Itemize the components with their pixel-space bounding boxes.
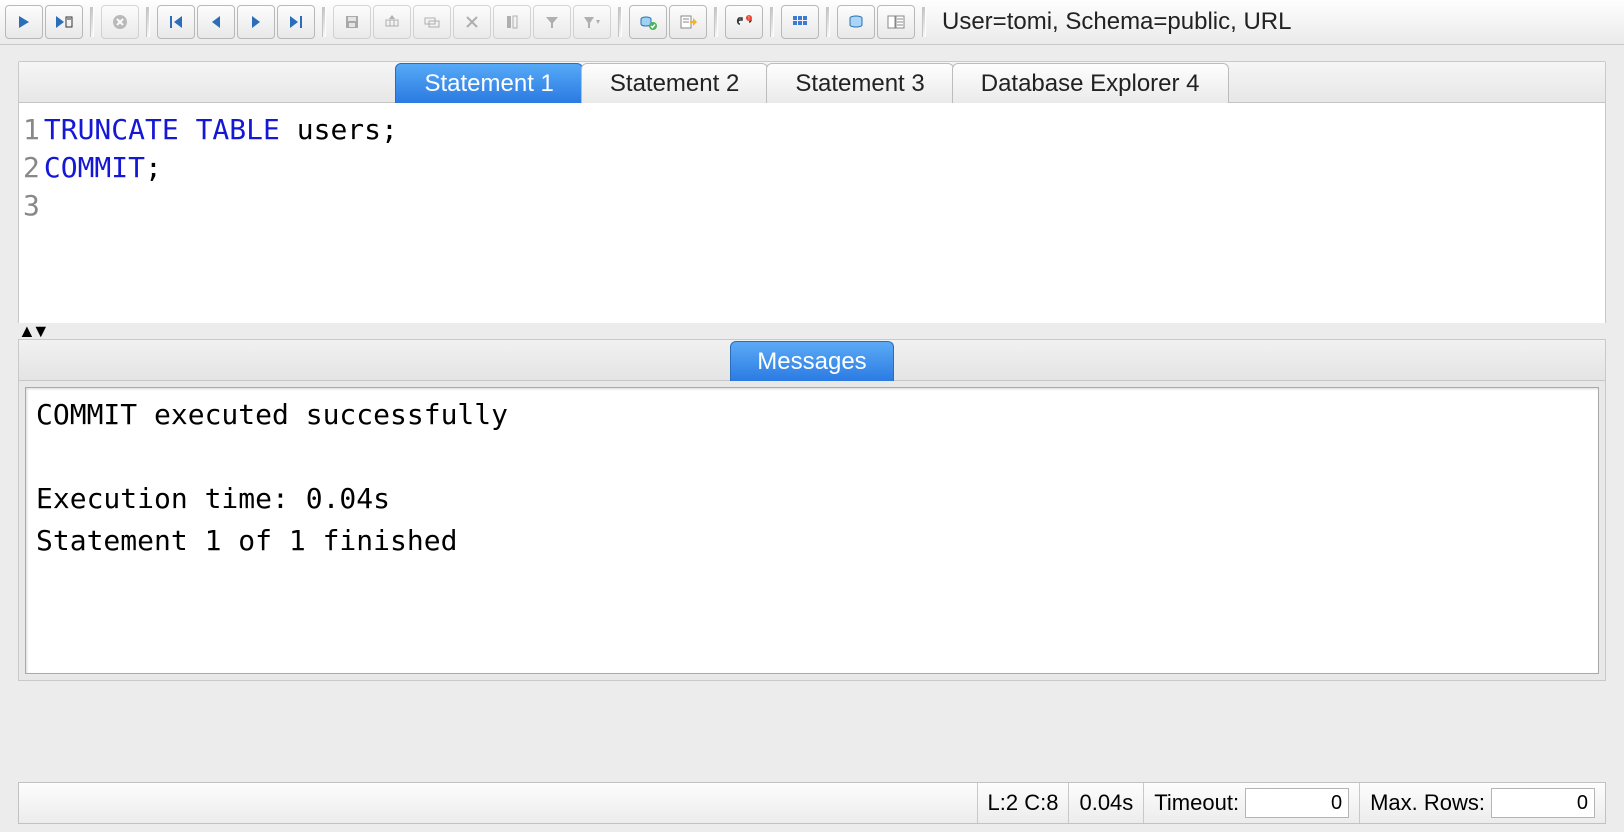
line-number: 1: [23, 111, 40, 149]
filter-button: [533, 5, 571, 39]
status-spacer: [19, 783, 978, 823]
sql-editor[interactable]: 1 2 3 TRUNCATE TABLE users; COMMIT;: [18, 103, 1606, 323]
filter-reset-button: [573, 5, 611, 39]
tab-label: Statement 1: [424, 70, 553, 98]
messages-output[interactable]: COMMIT executed successfully Execution t…: [25, 387, 1599, 674]
result-tabs: Messages: [19, 340, 1605, 381]
disconnect-button[interactable]: !: [725, 5, 763, 39]
next-row-button[interactable]: [237, 5, 275, 39]
connection-label: User=tomi, Schema=public, URL: [942, 8, 1291, 36]
tab-messages[interactable]: Messages: [730, 341, 893, 381]
timeout-input[interactable]: [1245, 788, 1349, 818]
tab-statement-3[interactable]: Statement 3: [766, 63, 953, 103]
prev-row-button[interactable]: [197, 5, 235, 39]
db-explorer-button[interactable]: [837, 5, 875, 39]
rollback-button[interactable]: [669, 5, 707, 39]
exec-time: 0.04s: [1069, 783, 1144, 823]
cursor-position: L:2 C:8: [978, 783, 1070, 823]
first-row-button[interactable]: [157, 5, 195, 39]
timeout-label: Timeout:: [1154, 790, 1239, 816]
tab-label: Messages: [757, 348, 866, 376]
execute-current-button[interactable]: [45, 5, 83, 39]
code-area[interactable]: TRUNCATE TABLE users; COMMIT;: [44, 103, 398, 323]
gutter: 1 2 3: [19, 103, 44, 323]
statement-tabs: Statement 1 Statement 2 Statement 3 Data…: [19, 62, 1605, 103]
statement-tabs-container: Statement 1 Statement 2 Statement 3 Data…: [18, 61, 1606, 103]
delete-row-button: [453, 5, 491, 39]
tab-statement-1[interactable]: Statement 1: [395, 63, 582, 103]
maxrows-label: Max. Rows:: [1370, 790, 1485, 816]
splitter-arrows-icon: ▲▼: [18, 321, 46, 342]
tab-db-explorer-4[interactable]: Database Explorer 4: [952, 63, 1229, 103]
result-panel: Messages COMMIT executed successfully Ex…: [18, 339, 1606, 681]
splitter[interactable]: ▲▼: [18, 323, 1606, 339]
select-columns-button: [493, 5, 531, 39]
last-row-button[interactable]: [277, 5, 315, 39]
object-list-button[interactable]: [877, 5, 915, 39]
tab-label: Statement 3: [795, 70, 924, 98]
execute-button[interactable]: [5, 5, 43, 39]
line-number: 2: [23, 149, 40, 187]
commit-button[interactable]: [629, 5, 667, 39]
sql-keyword: TRUNCATE TABLE: [44, 113, 280, 146]
maxrows-input[interactable]: [1491, 788, 1595, 818]
tab-label: Statement 2: [610, 70, 739, 98]
status-bar: L:2 C:8 0.04s Timeout: Max. Rows:: [18, 782, 1606, 824]
sql-text: users;: [280, 113, 398, 146]
maxrows-cell: Max. Rows:: [1360, 783, 1605, 823]
line-number: 3: [23, 187, 40, 225]
insert-row-button: [373, 5, 411, 39]
sql-text: ;: [145, 151, 162, 184]
timeout-cell: Timeout:: [1144, 783, 1360, 823]
main-toolbar: ! User=tomi, Schema=public, URL: [0, 0, 1624, 45]
save-button: [333, 5, 371, 39]
svg-text:!: !: [748, 16, 749, 22]
ignore-errors-button[interactable]: [781, 5, 819, 39]
stop-button: [101, 5, 139, 39]
tab-statement-2[interactable]: Statement 2: [581, 63, 768, 103]
copy-row-button: [413, 5, 451, 39]
tab-label: Database Explorer 4: [981, 70, 1200, 98]
sql-keyword: COMMIT: [44, 151, 145, 184]
